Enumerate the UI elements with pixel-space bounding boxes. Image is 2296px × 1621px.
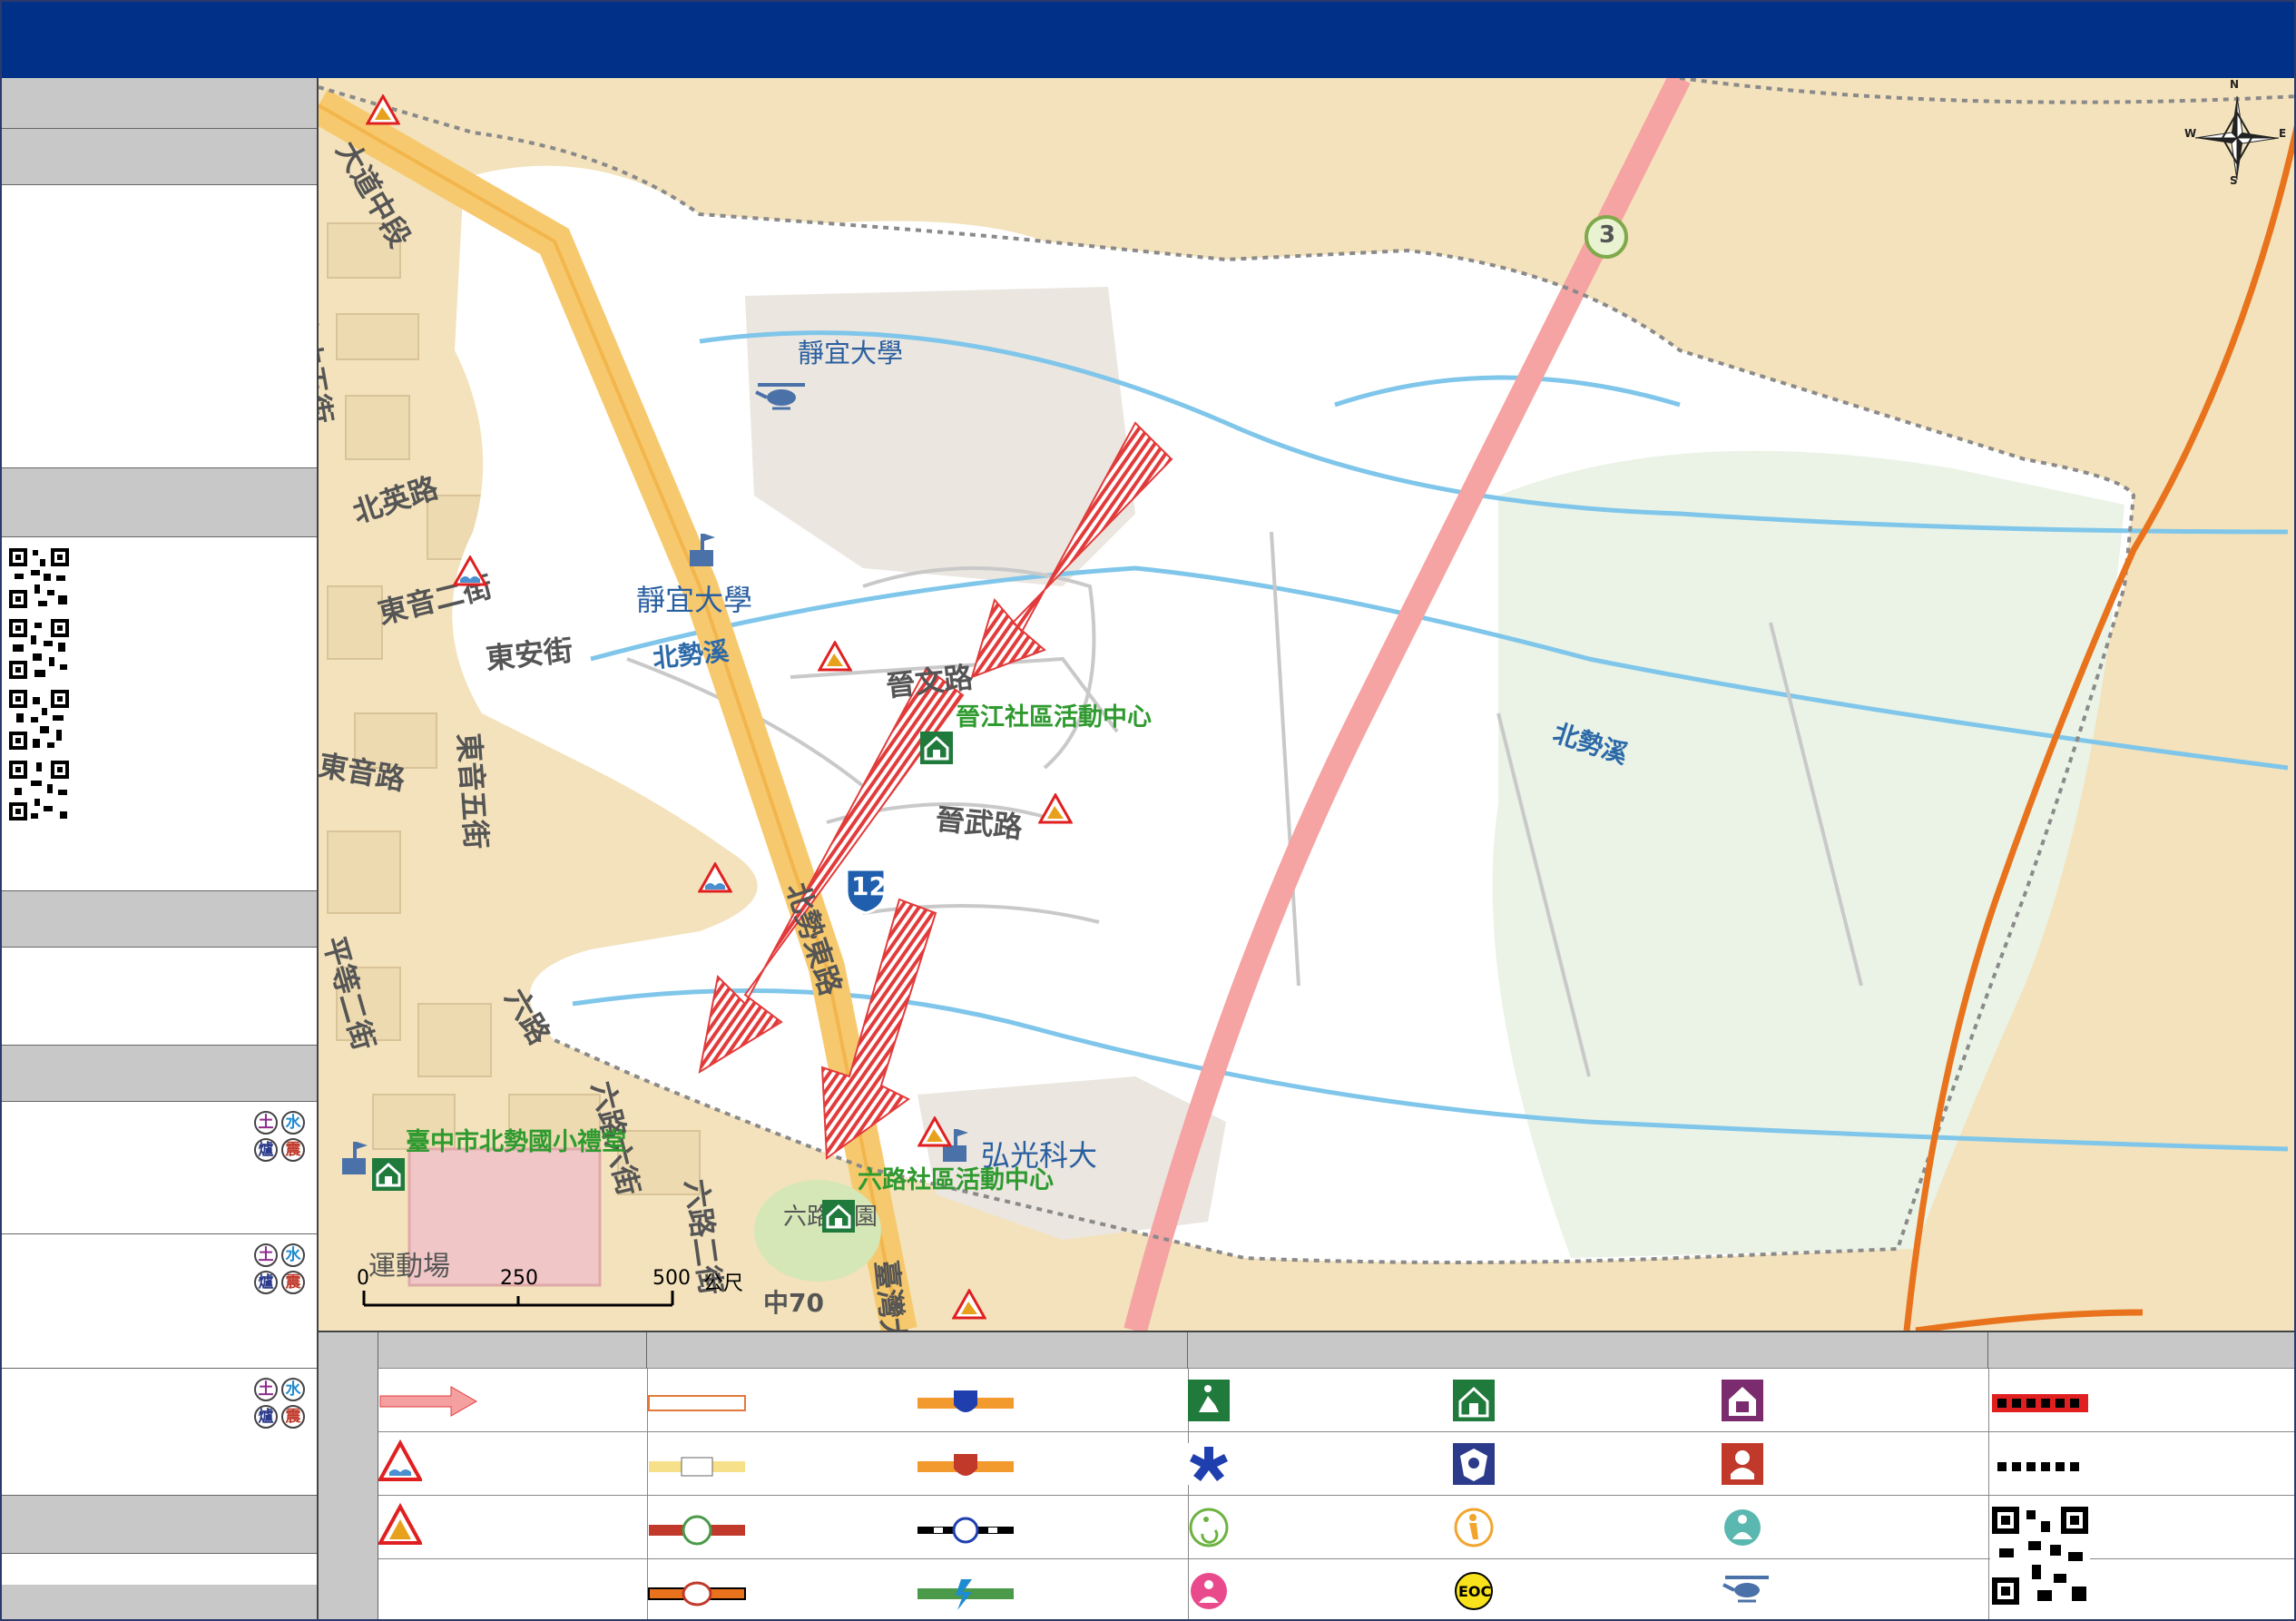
shelter-icon [1453,1380,1495,1421]
hazard-badge-quake: 震 [281,1271,305,1294]
eoc-label: EOC [1458,1583,1492,1600]
sidebar-qr-panel [2,537,317,891]
evacuation-arrow-icon [379,1386,478,1417]
landslide-warning-icon [378,1503,422,1545]
legend-divider [1988,1369,1989,1619]
legend-side-header [319,1332,378,1619]
qr-code-icon[interactable] [1990,1505,2090,1606]
shelter-entry-3[interactable]: 土 水 爐 震 [2,1369,317,1496]
title-bar [2,2,2294,78]
scale-tick-250: 250 [500,1267,538,1290]
hazard-badge-quake: 震 [281,1138,305,1162]
sidebar-header-4 [2,1496,317,1554]
road-junction-label: 中70 [763,1288,824,1318]
sidebar-panel-3 [2,948,317,1046]
road-symbol-icon [649,1515,745,1546]
legend-panel: EOC [319,1331,2294,1619]
hazard-badge-quake: 震 [281,1405,305,1429]
sidebar-header-3 [2,891,317,948]
fire-station-icon [1722,1443,1763,1485]
sidebar-header-shelters [2,1046,317,1102]
street-label: 晉武路 [934,801,1025,845]
landslide-warning-icon [952,1289,986,1320]
elderly-care-icon [1454,1508,1494,1547]
hazard-badge-fire: 爐 [254,1405,278,1429]
road-symbol-icon [917,1454,1014,1476]
flood-warning-icon [698,862,732,893]
hazard-badge-flood: 水 [281,1111,305,1135]
flood-warning-icon [453,555,487,586]
sidebar-header-qr [2,468,317,537]
accessibility-icon [1189,1508,1229,1547]
qr-code-icon[interactable] [7,546,71,610]
hazard-badge-landslide: 土 [254,1111,278,1135]
legend-header-hazard [378,1332,647,1369]
university-icon [342,1142,368,1174]
shelter-icon[interactable] [822,1200,855,1233]
road-symbol-icon [649,1457,745,1477]
shelter-label: 臺中市北勢國小禮堂 [406,1128,626,1156]
sidebar: 土 水 爐 震 土 水 爐 震 土 水 爐 震 [2,78,319,1619]
compass-e: E [2279,127,2287,140]
flood-warning-icon [378,1439,422,1481]
childcare-icon [1724,1509,1761,1546]
hazard-badge-landslide: 土 [254,1378,278,1401]
shelter-label: 六路社區活動中心 [858,1166,1054,1194]
medical-icon [1188,1443,1230,1485]
compass-s: S [2230,174,2238,187]
map-view[interactable]: N S E W 大道中段 北中五街 北英路 東音二街 東安街 東音路 東音五街 … [319,78,2294,1331]
evacuation-site-icon [1188,1380,1230,1421]
university-icon [690,534,715,566]
poi-label: 靜宜大學 [636,583,753,617]
scale-tick-500: 500 [652,1267,691,1290]
care-icon [1191,1573,1227,1609]
landslide-warning-icon [917,1116,952,1147]
sidebar-footer [2,1585,317,1619]
highway-shield-label: 12 [851,871,887,901]
shelter-entry-2[interactable]: 土 水 爐 震 [2,1234,317,1369]
hazard-badge-fire: 爐 [254,1271,278,1294]
road-symbol-icon [917,1390,1014,1412]
landslide-warning-icon [366,94,400,125]
shelter-label: 晉江社區活動中心 [956,703,1152,732]
legend-header-facilities [1188,1332,1988,1369]
scale-unit: 公尺 [703,1272,744,1295]
shelter-entry-1[interactable]: 土 水 爐 震 [2,1102,317,1234]
community-center-icon [1722,1380,1763,1421]
street-label: 東音五街 [451,732,494,850]
compass-w: W [2184,127,2197,140]
legend-header-roads [647,1332,1188,1369]
map-frame: 土 水 爐 震 土 水 爐 震 土 水 爐 震 N S E W 大道中段 北中五… [0,0,2296,1621]
shelter-icon[interactable] [372,1158,405,1191]
road-symbol-icon [648,1581,746,1606]
hazard-badge-landslide: 土 [254,1243,278,1267]
scale-tick-0: 0 [357,1267,369,1290]
legend-header-boundary [1988,1332,2294,1369]
landslide-warning-icon [818,641,852,672]
police-icon [1453,1443,1495,1485]
poi-label: 運動場 [368,1251,450,1282]
sidebar-header-1 [2,78,317,129]
hazard-badge-fire: 爐 [254,1138,278,1162]
hazard-badge-flood: 水 [281,1243,305,1267]
highway-shield-label: 3 [1599,221,1616,249]
boundary-symbol-icon [1992,1394,2088,1412]
poi-label: 靜宜大學 [798,338,904,368]
shelter-icon[interactable] [920,732,953,764]
rail-symbol-icon [917,1579,1014,1610]
compass-n: N [2230,78,2240,91]
boundary-symbol-icon [1997,1462,2085,1471]
road-symbol-icon [648,1395,746,1411]
landslide-warning-icon [1038,793,1073,824]
qr-code-icon[interactable] [7,688,71,752]
sidebar-header-2 [2,129,317,185]
qr-code-icon[interactable] [7,617,71,681]
qr-code-icon[interactable] [7,759,71,822]
helicopter-icon [1722,1576,1769,1603]
hazard-badge-flood: 水 [281,1378,305,1401]
sidebar-info-panel [2,185,317,468]
railway-symbol-icon [917,1517,1014,1544]
helicopter-icon [755,383,805,410]
